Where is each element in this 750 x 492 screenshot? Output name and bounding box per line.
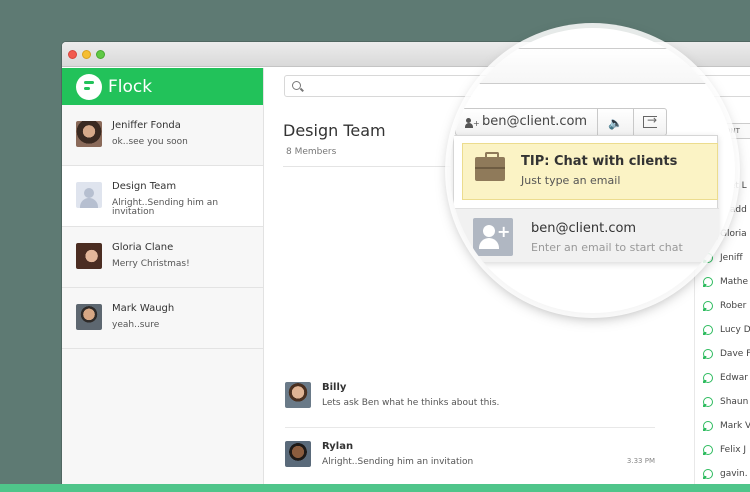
contact-name: Mathe [720, 277, 749, 287]
chat-bubble-icon [703, 349, 713, 359]
contact-item[interactable]: Lucy D [703, 322, 750, 338]
chat-bubble-icon [703, 469, 713, 479]
suggestion-email: ben@client.com [531, 221, 637, 236]
search-icon [292, 81, 301, 90]
chat-preview: yeah..sure [112, 320, 160, 330]
exit-icon [643, 113, 657, 128]
chat-bubble-icon [703, 445, 713, 455]
message: Rylan Alright..Sending him an invitation… [285, 441, 655, 475]
chat-preview: ok..see you soon [112, 137, 188, 147]
tip-subtitle: Just type an email [521, 174, 621, 187]
avatar [285, 382, 311, 408]
member-count[interactable]: 8 Members [286, 147, 336, 157]
contact-item[interactable]: Mathe [703, 274, 750, 290]
chat-name: Gloria Clane [112, 242, 174, 253]
contact-name: Jeniff [720, 253, 743, 263]
contact-name: Edwar [720, 373, 748, 383]
chat-item-jeniffer[interactable]: Jeniffer Fonda ok..see you soon [62, 105, 263, 166]
invite-email-chip[interactable]: + ben@client.com [455, 108, 598, 136]
chat-name: Design Team [112, 181, 177, 192]
message-time: 3.33 PM [626, 457, 655, 465]
conversation-title: Design Team [283, 121, 386, 140]
minimize-window-button[interactable] [82, 50, 91, 59]
invite-suggestion[interactable]: ben@client.com Enter an email to start c… [454, 208, 719, 262]
add-user-icon: + [465, 118, 480, 129]
contact-name: Dave F [720, 349, 750, 359]
message-author: Billy [322, 382, 347, 393]
chat-bubble-icon [703, 421, 713, 431]
flock-logo-icon [76, 73, 102, 100]
app-name: Flock [108, 76, 153, 97]
contact-name: Rober [720, 301, 747, 311]
sound-button[interactable]: 🔈 [597, 108, 634, 136]
avatar [76, 121, 102, 147]
chat-item-design-team[interactable]: Design Team Alright..Sending him an invit… [62, 166, 263, 227]
contact-name: Felix J [720, 445, 747, 455]
message-author: Rylan [322, 441, 354, 452]
chat-bubble-icon [703, 397, 713, 407]
contact-name: Lucy D [720, 325, 750, 335]
contact-name: Shaun [720, 397, 749, 407]
contact-name: gavin. [720, 469, 748, 479]
chat-preview: Alright..Sending him an invitation [112, 198, 219, 217]
message-text: Lets ask Ben what he thinks about this. [322, 398, 500, 408]
maximize-window-button[interactable] [96, 50, 105, 59]
contact-item[interactable]: Edwar [703, 370, 750, 386]
message: Billy Lets ask Ben what he thinks about … [285, 382, 655, 416]
chat-name: Jeniffer Fonda [112, 120, 181, 131]
brand-header: Flock [62, 68, 263, 105]
contact-item[interactable]: Rober [703, 298, 750, 314]
contact-name: Mark V [720, 421, 750, 431]
divider [285, 427, 655, 428]
contact-item[interactable]: gavin. [703, 466, 750, 482]
conversation-toolbar: + ben@client.com 🔈 [455, 108, 725, 136]
chat-item-gloria[interactable]: Gloria Clane Merry Christmas! [62, 227, 263, 288]
avatar [76, 243, 102, 269]
chat-bubble-icon [703, 301, 713, 311]
avatar [76, 304, 102, 330]
add-user-avatar-icon [473, 218, 513, 256]
contact-item[interactable]: Shaun [703, 394, 750, 410]
briefcase-icon [475, 152, 505, 181]
tip-title: TIP: Chat with clients [521, 154, 678, 169]
tip-banner: TIP: Chat with clients Just type an emai… [462, 143, 718, 200]
invite-email-label: ben@client.com [482, 114, 588, 129]
message-text: Alright..Sending him an invitation [322, 457, 474, 467]
bottom-strip [0, 484, 750, 492]
group-avatar-icon [76, 182, 102, 208]
contact-name: Gloria [720, 229, 747, 239]
magnified-search-bar [462, 48, 735, 84]
invite-dropdown: TIP: Chat with clients Just type an emai… [453, 135, 719, 262]
magnifier-callout: + ben@client.com 🔈 TIP: Chat with client… [450, 28, 735, 313]
chat-bubble-icon [703, 277, 713, 287]
avatar [285, 441, 311, 467]
contact-item[interactable]: Dave F [703, 346, 750, 362]
suggestion-hint: Enter an email to start chat [531, 241, 683, 254]
speaker-icon: 🔈 [608, 116, 623, 130]
chat-item-mark[interactable]: Mark Waugh yeah..sure [62, 288, 263, 349]
chat-sidebar: Flock Jeniffer Fonda ok..see you soon Des… [62, 68, 264, 484]
close-window-button[interactable] [68, 50, 77, 59]
contact-item[interactable]: Mark V [703, 418, 750, 434]
chat-preview: Merry Christmas! [112, 259, 190, 269]
chat-name: Mark Waugh [112, 303, 175, 314]
chat-bubble-icon [703, 325, 713, 335]
leave-button[interactable] [633, 108, 667, 136]
contact-item[interactable]: Felix J [703, 442, 750, 458]
chat-bubble-icon [703, 373, 713, 383]
